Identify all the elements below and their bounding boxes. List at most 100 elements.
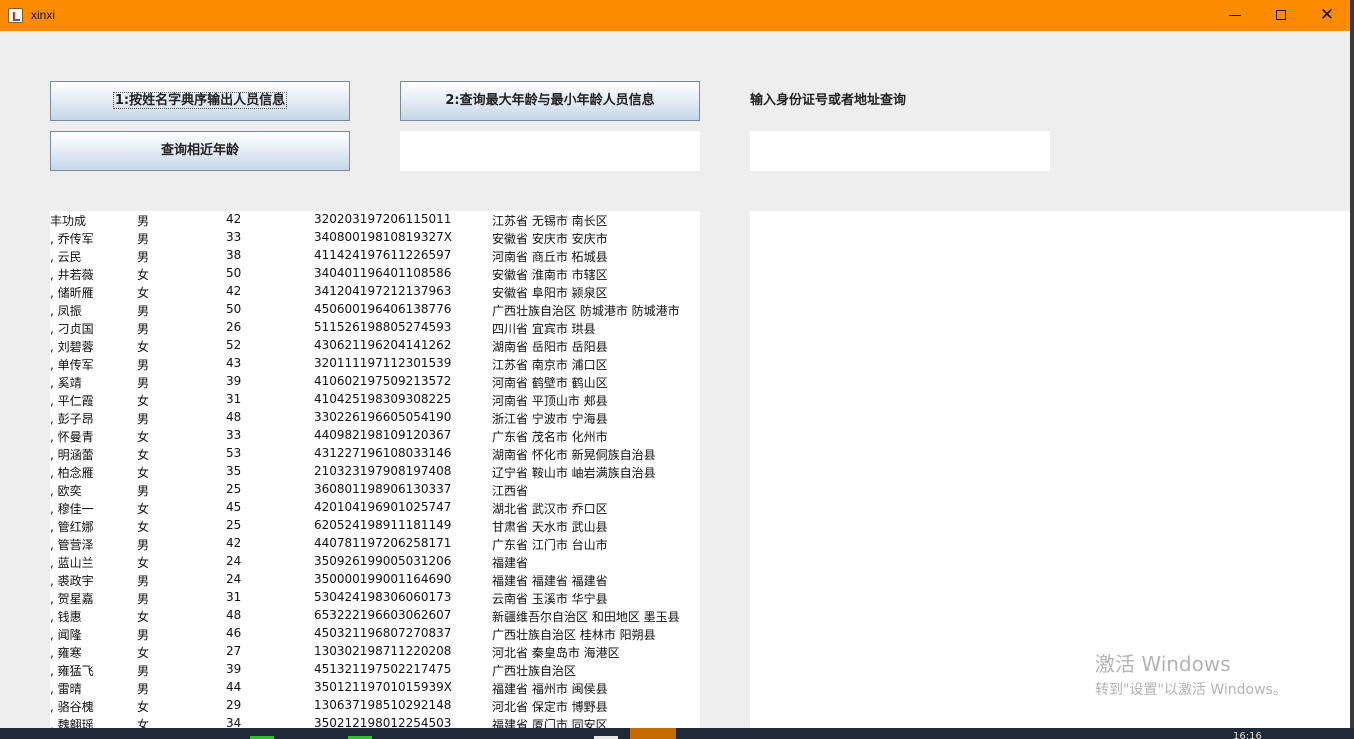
list-item[interactable]: , 奚靖 男 39 410602197509213572 河南省 鹤壁市 鹤山区: [50, 373, 700, 391]
person-age: 25: [226, 482, 242, 496]
person-age: 38: [226, 248, 242, 262]
list-item[interactable]: , 雍寒 女 27 130302198711220208 河北省 秦皇岛市 海港区: [50, 643, 700, 661]
person-address: 安徽省 淮南市 市辖区: [492, 268, 608, 282]
person-id-number: 130637198510292148: [314, 698, 452, 712]
person-age: 44: [226, 680, 242, 694]
person-gender: 女: [137, 340, 150, 354]
person-gender: 男: [137, 232, 150, 246]
person-id-number: 34080019810819327X: [314, 230, 453, 244]
person-gender: 男: [137, 574, 150, 588]
list-item[interactable]: , 钱惠 女 48 653222196603062607 新疆维吾尔自治区 和田地区 墨…: [50, 607, 700, 625]
list-item[interactable]: , 怀曼青 女 33 440982198109120367 广东省 茂名市 化州市: [50, 427, 700, 445]
title-bar[interactable]: xinxi — ✕: [0, 0, 1350, 31]
person-gender: 女: [137, 520, 150, 534]
list-item[interactable]: , 凤振 男 50 450600196406138776 广西壮族自治区 防城港市 防城…: [50, 301, 700, 319]
person-address: 广西壮族自治区 防城港市 防城港市: [492, 304, 680, 318]
person-name: , 管红娜: [50, 520, 94, 534]
person-name: , 管营泽: [50, 538, 94, 552]
person-age: 53: [226, 446, 242, 460]
maximize-icon: [1276, 9, 1286, 20]
list-item[interactable]: , 蓝山兰 女 24 350926199005031206 福建省: [50, 553, 700, 571]
list-item[interactable]: , 彭子昂 男 48 330226196605054190 浙江省 宁波市 宁海县: [50, 409, 700, 427]
person-id-number: 440982198109120367: [314, 428, 452, 442]
people-list[interactable]: 丰功成男 42 320203197206115011 江苏省 无锡市 南长区, 乔传军…: [50, 211, 700, 739]
list-item[interactable]: , 井若薇 女 50 340401196401108586 安徽省 淮南市 市辖区: [50, 265, 700, 283]
person-age: 39: [226, 374, 242, 388]
person-name: , 雍寒: [50, 646, 82, 660]
watermark-subtitle: 转到"设置"以激活 Windows。: [1095, 682, 1287, 698]
list-item[interactable]: , 雷晴 男 44 35012119701015939X 福建省 福州市 闽侯县: [50, 679, 700, 697]
minimize-icon: —: [1228, 8, 1242, 23]
minimize-button[interactable]: —: [1212, 0, 1258, 31]
person-name: 丰功成: [50, 214, 87, 228]
person-address: 辽宁省 鞍山市 岫岩满族自治县: [492, 466, 656, 480]
person-id-number: 130302198711220208: [314, 644, 452, 658]
person-gender: 男: [137, 592, 150, 606]
list-item[interactable]: , 单传军 男 43 320111197112301539 江苏省 南京市 浦口区: [50, 355, 700, 373]
sort-by-name-button[interactable]: 1:按姓名字典序输出人员信息: [50, 81, 350, 121]
middle-output-field[interactable]: [400, 131, 700, 171]
person-address: 安徽省 安庆市 安庆市: [492, 232, 608, 246]
person-name: , 刁贞国: [50, 322, 94, 336]
person-gender: 女: [137, 448, 150, 462]
person-age: 35: [226, 464, 242, 478]
person-age: 42: [226, 284, 242, 298]
list-item[interactable]: , 穆佳一 女 45 420104196901025747 湖北省 武汉市 乔口区: [50, 499, 700, 517]
person-gender: 男: [137, 628, 150, 642]
person-age: 29: [226, 698, 242, 712]
person-name: , 云民: [50, 250, 82, 264]
person-age: 52: [226, 338, 242, 352]
person-id-number: 320111197112301539: [314, 356, 452, 370]
app-window: xinxi — ✕ 1:按姓名字典序输出人员信息 2:查询最大年龄与最小年龄人员…: [0, 0, 1350, 739]
person-address: 江西省: [492, 484, 529, 498]
list-item[interactable]: , 明涵蕾 女 53 431227196108033146 湖南省 怀化市 新晃侗族自治…: [50, 445, 700, 463]
close-button[interactable]: ✕: [1304, 0, 1350, 31]
list-item[interactable]: , 骆谷槐 女 29 130637198510292148 河北省 保定市 博野县: [50, 697, 700, 715]
person-age: 48: [226, 608, 242, 622]
person-gender: 男: [137, 682, 150, 696]
person-address: 浙江省 宁波市 宁海县: [492, 412, 608, 426]
watermark-title: 激活 Windows: [1095, 652, 1231, 676]
person-address: 湖南省 怀化市 新晃侗族自治县: [492, 448, 656, 462]
person-address: 广东省 茂名市 化州市: [492, 430, 608, 444]
person-address: 河北省 秦皇岛市 海港区: [492, 646, 620, 660]
list-item[interactable]: , 雍猛飞 男 39 451321197502217475 广西壮族自治区: [50, 661, 700, 679]
person-address: 湖南省 岳阳市 岳阳县: [492, 340, 608, 354]
person-address: 甘肃省 天水市 武山县: [492, 520, 608, 534]
person-gender: 女: [137, 700, 150, 714]
list-item[interactable]: , 管红娜 女 25 620524198911181149 甘肃省 天水市 武山县: [50, 517, 700, 535]
list-item[interactable]: , 云民 男 38 411424197611226597 河南省 商丘市 柘城县: [50, 247, 700, 265]
id-address-input[interactable]: [750, 131, 1050, 171]
person-gender: 女: [137, 610, 150, 624]
person-address: 广东省 江门市 台山市: [492, 538, 608, 552]
list-item[interactable]: , 管营泽 男 42 440781197206258171 广东省 江门市 台山市: [50, 535, 700, 553]
taskbar-active-app[interactable]: [630, 728, 676, 739]
query-label: 输入身份证号或者地址查询: [750, 93, 907, 108]
person-id-number: 340401196401108586: [314, 266, 452, 280]
person-address: 福建省 福建省 福建省: [492, 574, 608, 588]
list-item[interactable]: , 乔传军 男 33 34080019810819327X 安徽省 安庆市 安庆市: [50, 229, 700, 247]
list-item[interactable]: , 闻隆 男 46 450321196807270837 广西壮族自治区 桂林市 阳朔县: [50, 625, 700, 643]
similar-age-button[interactable]: 查询相近年龄: [50, 131, 350, 171]
list-item[interactable]: , 刘碧蓉 女 52 430621196204141262 湖南省 岳阳市 岳阳县: [50, 337, 700, 355]
list-item[interactable]: , 刁贞国 男 26 511526198805274593 四川省 宜宾市 珙县: [50, 319, 700, 337]
list-item[interactable]: , 储昕雁 女 42 341204197212137963 安徽省 阜阳市 颍泉区: [50, 283, 700, 301]
list-item[interactable]: , 贺星嘉 男 31 530424198306060173 云南省 玉溪市 华宁县: [50, 589, 700, 607]
person-gender: 男: [137, 322, 150, 336]
person-gender: 男: [137, 664, 150, 678]
sort-by-name-label: 1:按姓名字典序输出人员信息: [112, 92, 288, 109]
max-min-age-button[interactable]: 2:查询最大年龄与最小年龄人员信息: [400, 81, 700, 121]
person-gender: 男: [137, 358, 150, 372]
person-gender: 男: [137, 304, 150, 318]
list-item[interactable]: , 裘政宇 男 24 350000199001164690 福建省 福建省 福建省: [50, 571, 700, 589]
list-item[interactable]: , 平仁霞 女 31 410425198309308225 河南省 平顶山市 郏县: [50, 391, 700, 409]
person-age: 50: [226, 302, 242, 316]
maximize-button[interactable]: [1258, 0, 1304, 31]
person-id-number: 440781197206258171: [314, 536, 452, 550]
activate-windows-watermark: 激活 Windows 转到"设置"以激活 Windows。: [1095, 648, 1287, 699]
list-item[interactable]: 丰功成 男 42 320203197206115011 江苏省 无锡市 南长区: [50, 211, 700, 229]
person-age: 25: [226, 518, 242, 532]
list-item[interactable]: , 柏念雁 女 35 210323197908197408 辽宁省 鞍山市 岫岩满族自治…: [50, 463, 700, 481]
person-address: 湖北省 武汉市 乔口区: [492, 502, 608, 516]
list-item[interactable]: , 欧奕 男 25 360801198906130337 江西省: [50, 481, 700, 499]
